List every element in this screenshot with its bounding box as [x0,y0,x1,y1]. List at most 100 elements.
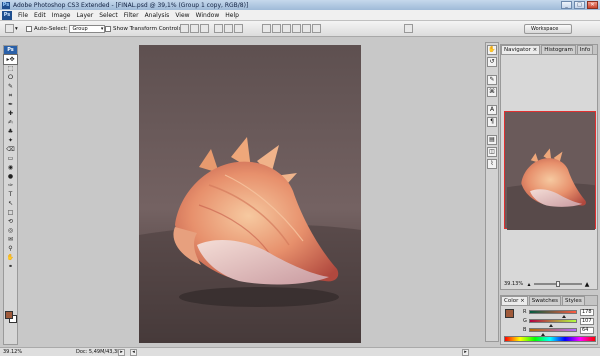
3d-rotate-tool[interactable]: ⟲ [4,217,17,226]
hand-tool[interactable]: ✋ [4,253,17,262]
panel-dock: ✋ ↺ ✎ ⌘ A ¶ ▤ ◫ ⌇ [485,42,499,342]
maximize-button[interactable]: □ [574,1,585,9]
menu-select[interactable]: Select [96,10,121,21]
3d-orbit-tool[interactable]: ◎ [4,226,17,235]
shape-tool[interactable]: □ [4,208,17,217]
zoom-slider[interactable] [534,281,582,287]
color-foreground-swatch[interactable] [505,309,514,318]
distribute-left-icon[interactable] [292,24,301,33]
lasso-tool[interactable]: ⵔ [4,73,17,82]
menu-layer[interactable]: Layer [73,10,96,21]
distribute-bottom-icon[interactable] [282,24,291,33]
tab-styles[interactable]: Styles [562,296,585,305]
gradient-tool[interactable]: ▭ [4,154,17,163]
show-transform-checkbox[interactable] [105,25,111,32]
pen-tool[interactable]: ✑ [4,181,17,190]
status-bar: 39.12% Doc: 5,49M/43,3M ▸ ◂ ▸ [0,347,600,356]
history-icon[interactable]: ↺ [487,57,497,67]
tab-info[interactable]: Info [576,45,594,54]
menu-help[interactable]: Help [222,10,242,21]
menu-analysis[interactable]: Analysis [142,10,173,21]
blue-slider[interactable] [529,328,577,336]
align-left-icon[interactable] [213,24,223,33]
eyedropper-tool[interactable]: ✒ [4,100,17,109]
move-tool[interactable]: ▸✥ [3,54,18,65]
workspace-dropdown[interactable]: Workspace [524,24,572,34]
history-brush-tool[interactable]: ✦ [4,136,17,145]
navigator-thumbnail[interactable] [504,111,596,230]
distribute-right-icon[interactable] [312,24,321,33]
notes-tool[interactable]: ✉ [4,235,17,244]
clone-source-icon[interactable]: ⌘ [487,87,497,97]
menu-file[interactable]: File [15,10,31,21]
brushes-icon[interactable]: ✎ [487,75,497,85]
auto-select-dropdown[interactable]: Group [69,24,106,33]
healing-brush-tool[interactable]: ✚ [4,109,17,118]
green-value[interactable]: 107 [580,317,594,325]
distribute-top-icon[interactable] [262,24,271,33]
crop-tool[interactable]: ⌗ [4,91,17,100]
status-doc-size: Doc: 5,49M/43,3M [76,349,122,355]
show-transform-option[interactable]: Show Transform Controls [105,24,181,34]
brush-tool[interactable]: ✍ [4,118,17,127]
color-spectrum[interactable] [504,336,596,342]
red-slider[interactable] [529,310,577,318]
zoom-in-icon[interactable]: ▲ [584,281,590,288]
zoom-out-icon[interactable]: ▴ [526,281,532,288]
eyedropper-2-tool[interactable]: ⚲ [4,244,17,253]
align-bottom-icon[interactable] [200,24,209,33]
menu-window[interactable]: Window [193,10,223,21]
path-select-tool[interactable]: ↖ [4,199,17,208]
marquee-tool[interactable]: ⬚ [4,64,17,73]
menu-edit[interactable]: Edit [31,10,49,21]
menu-bar: Ps File Edit Image Layer Select Filter A… [0,10,600,21]
auto-select-option[interactable]: Auto-Select: Group [26,24,106,34]
align-right-icon[interactable] [233,24,243,33]
menu-image[interactable]: Image [49,10,74,21]
blue-value[interactable]: 64 [580,326,594,334]
distribute-middle-icon[interactable] [272,24,281,33]
tab-swatches[interactable]: Swatches [528,296,561,305]
type-tool[interactable]: T [4,190,17,199]
dodge-tool[interactable]: ● [4,172,17,181]
status-menu-arrow-icon[interactable]: ▸ [118,349,125,356]
zoom-slider-handle[interactable] [556,281,560,287]
tab-navigator[interactable]: Navigator × [501,45,541,54]
window-title: Adobe Photoshop CS3 Extended - [FINAL.ps… [13,1,249,9]
align-middle-icon[interactable] [190,24,199,33]
bridge-button[interactable] [404,24,414,34]
eraser-tool[interactable]: ⌫ [4,145,17,154]
document-canvas[interactable] [139,45,361,343]
hand-icon[interactable]: ✋ [487,45,497,55]
paths-icon[interactable]: ⌇ [487,159,497,169]
navigator-zoom-value[interactable]: 39.13% [504,281,526,287]
foreground-color-swatch[interactable] [5,311,13,319]
status-zoom[interactable]: 39.12% [3,349,22,356]
quick-select-tool[interactable]: ✎ [4,82,17,91]
channels-icon[interactable]: ◫ [487,147,497,157]
align-center-icon[interactable] [223,24,233,33]
character-icon[interactable]: A [487,105,497,115]
green-slider[interactable] [529,319,577,327]
scroll-left-icon[interactable]: ◂ [130,349,137,356]
zoom-tool[interactable]: ⚭ [4,262,17,271]
scroll-right-icon[interactable]: ▸ [462,349,469,356]
distribute-center-icon[interactable] [302,24,311,33]
layers-icon[interactable]: ▤ [487,135,497,145]
close-button[interactable]: ✕ [587,1,598,9]
tab-color[interactable]: Color × [501,296,528,305]
minimize-button[interactable]: _ [561,1,572,9]
tab-histogram[interactable]: Histogram [541,45,576,54]
paragraph-icon[interactable]: ¶ [487,117,497,127]
clone-stamp-tool[interactable]: ♣ [4,127,17,136]
menu-filter[interactable]: Filter [121,10,142,21]
window-controls: _ □ ✕ [561,1,598,9]
align-top-icon[interactable] [180,24,189,33]
move-tool-preset[interactable]: ▾ [5,24,18,34]
red-value[interactable]: 178 [580,308,594,316]
menu-view[interactable]: View [172,10,192,21]
blur-tool[interactable]: ◉ [4,163,17,172]
toolbox: Ps ▸✥ ⬚ ⵔ ✎ ⌗ ✒ ✚ ✍ ♣ ✦ ⌫ ▭ ◉ ● ✑ T ↖ □ ⟲ ◎ ✉ ⚲ ✋ ⚭ [3,45,18,345]
move-tool-icon [5,24,14,33]
auto-select-checkbox[interactable] [26,25,32,32]
